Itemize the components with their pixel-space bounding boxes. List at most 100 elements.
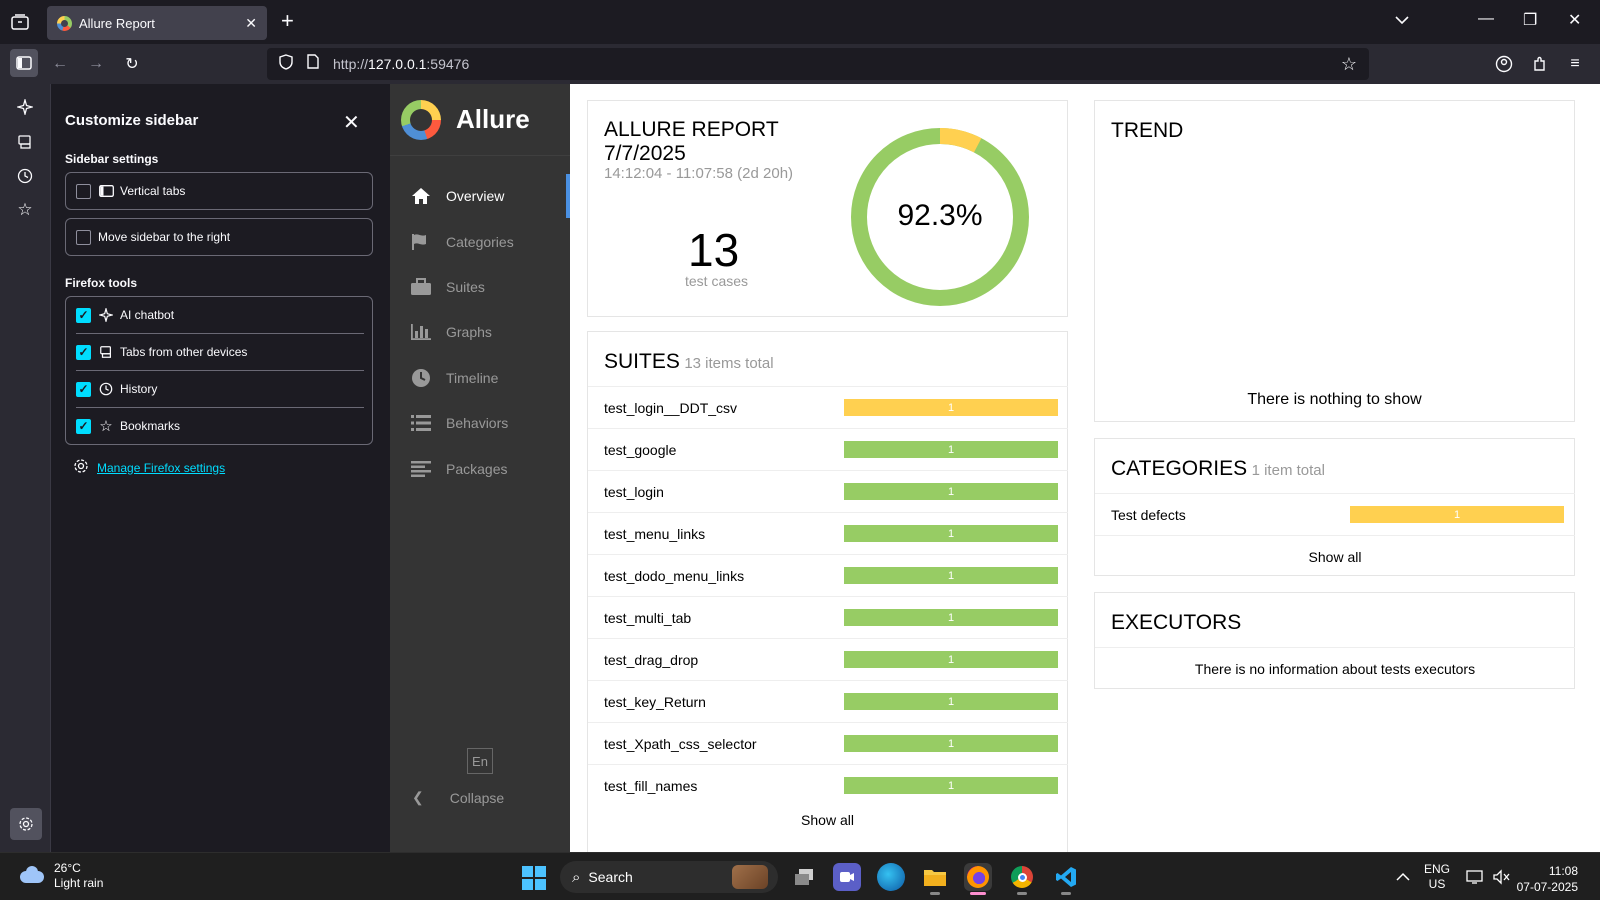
system-clock[interactable]: 11:08 07-07-2025 <box>1517 863 1578 895</box>
restore-icon[interactable]: ❐ <box>1523 10 1537 30</box>
bookmarks-star-icon[interactable]: ☆ <box>14 199 36 221</box>
allure-brand[interactable]: Allure <box>390 84 570 156</box>
sidebar-toggle-icon[interactable] <box>10 49 38 77</box>
tool-option-synced-tabs[interactable]: ✓ Tabs from other devices <box>66 334 372 370</box>
file-explorer-icon[interactable] <box>921 863 949 895</box>
summary-widget: ALLURE REPORT 7/7/2025 14:12:04 - 11:07:… <box>587 100 1068 317</box>
volume-muted-icon[interactable] <box>1492 853 1510 900</box>
teams-meet-icon[interactable] <box>833 863 861 891</box>
vscode-icon[interactable] <box>1052 863 1080 895</box>
suite-status-bar: 1 <box>844 651 1058 668</box>
tool-label: Tabs from other devices <box>120 345 248 359</box>
suite-row[interactable]: test_google 1 <box>588 428 1068 470</box>
close-tab-icon[interactable]: ✕ <box>245 15 257 32</box>
lang-code: ENG <box>1424 862 1451 876</box>
nav-item-behaviors[interactable]: Behaviors <box>390 403 570 443</box>
suites-show-all-link[interactable]: Show all <box>588 812 1067 828</box>
minimize-icon[interactable]: — <box>1478 10 1494 28</box>
collapse-button[interactable]: ❮ Collapse <box>412 789 504 806</box>
tool-option-ai-chatbot[interactable]: ✓ AI chatbot <box>66 297 372 333</box>
tab-overview-icon[interactable] <box>10 12 30 32</box>
ai-chatbot-sparkle-icon[interactable] <box>14 96 36 118</box>
suite-name: test_fill_names <box>604 777 698 794</box>
sidebar-launcher: ☆ <box>0 84 50 852</box>
suite-row[interactable]: test_login 1 <box>588 470 1068 512</box>
suite-row[interactable]: test_key_Return 1 <box>588 680 1068 722</box>
tool-label: AI chatbot <box>120 308 175 322</box>
suite-name: test_Xpath_css_selector <box>604 735 757 752</box>
manage-firefox-settings-link[interactable]: Manage Firefox settings <box>97 461 225 475</box>
edge-browser-icon[interactable] <box>877 863 905 891</box>
weather-widget[interactable]: 26°C Light rain <box>18 861 103 891</box>
history-checkbox[interactable]: ✓ <box>76 381 91 397</box>
suite-status-bar: 1 <box>844 525 1058 542</box>
network-icon[interactable] <box>1466 853 1484 900</box>
bookmark-star-icon[interactable]: ☆ <box>1341 54 1357 75</box>
collapse-label: Collapse <box>449 789 505 806</box>
windows-start-icon[interactable] <box>522 866 546 890</box>
move-sidebar-checkbox[interactable] <box>76 229 91 245</box>
tray-overflow-chevron-icon[interactable] <box>1396 853 1410 900</box>
url-bar[interactable]: http://127.0.0.1:59476 ☆ <box>267 48 1369 80</box>
ai-chatbot-checkbox[interactable]: ✓ <box>76 307 91 323</box>
synced-tabs-icon <box>98 344 114 360</box>
move-sidebar-option[interactable]: Move sidebar to the right <box>66 219 372 255</box>
suite-row[interactable]: test_drag_drop 1 <box>588 638 1068 680</box>
url-text[interactable]: http://127.0.0.1:59476 <box>333 56 469 72</box>
bookmarks-checkbox[interactable]: ✓ <box>76 418 91 434</box>
close-panel-icon[interactable]: ✕ <box>343 110 360 135</box>
suite-status-bar: 1 <box>844 609 1058 626</box>
nav-item-suites[interactable]: Suites <box>390 267 570 307</box>
category-row[interactable]: Test defects 1 <box>1095 493 1575 535</box>
categories-show-all-link[interactable]: Show all <box>1095 549 1575 565</box>
back-icon[interactable]: ← <box>48 52 72 76</box>
windows-taskbar: 26°C Light rain ⌕ Search ENG US 11:08 07… <box>0 852 1600 900</box>
input-language-indicator[interactable]: ENG US <box>1424 853 1450 900</box>
forward-icon[interactable]: → <box>84 52 108 76</box>
vertical-tabs-option[interactable]: Vertical tabs <box>66 173 372 209</box>
list-all-tabs-icon[interactable] <box>1395 12 1409 30</box>
tool-option-history[interactable]: ✓ History <box>66 371 372 407</box>
suite-row[interactable]: test_Xpath_css_selector 1 <box>588 722 1068 764</box>
nav-label: Behaviors <box>446 415 509 431</box>
taskbar-search[interactable]: ⌕ Search <box>560 861 778 893</box>
page-icon[interactable] <box>307 54 319 74</box>
nav-item-packages[interactable]: Packages <box>390 449 570 489</box>
menu-hamburger-icon[interactable]: ≡ <box>1563 52 1587 76</box>
trend-widget: TREND There is nothing to show <box>1094 100 1575 422</box>
home-icon <box>410 185 432 207</box>
clock-time: 11:08 <box>1548 864 1578 878</box>
nav-item-categories[interactable]: Categories <box>390 222 570 262</box>
task-view-icon[interactable] <box>790 863 818 891</box>
panel-title: Customize sidebar <box>65 112 199 129</box>
nav-item-timeline[interactable]: Timeline <box>390 358 570 398</box>
new-tab-icon[interactable]: + <box>281 10 294 32</box>
suite-row[interactable]: test_fill_names 1 <box>588 764 1068 806</box>
nav-label: Packages <box>446 461 508 477</box>
suite-status-bar: 1 <box>844 441 1058 458</box>
category-status-bar: 1 <box>1350 506 1564 523</box>
synced-tabs-checkbox[interactable]: ✓ <box>76 344 91 360</box>
close-window-icon[interactable]: ✕ <box>1568 10 1581 30</box>
account-icon[interactable] <box>1492 52 1516 76</box>
suite-status-bar: 1 <box>844 693 1058 710</box>
shield-icon[interactable] <box>279 53 293 75</box>
suite-row[interactable]: test_menu_links 1 <box>588 512 1068 554</box>
browser-tab[interactable]: Allure Report ✕ <box>47 6 267 40</box>
nav-item-overview[interactable]: Overview <box>390 176 570 216</box>
nav-item-graphs[interactable]: Graphs <box>390 312 570 352</box>
customize-gear-icon[interactable] <box>10 808 42 840</box>
reload-icon[interactable]: ↻ <box>120 52 144 76</box>
synced-tabs-icon[interactable] <box>14 131 36 153</box>
suite-row[interactable]: test_dodo_menu_links 1 <box>588 554 1068 596</box>
language-selector[interactable]: En <box>467 748 493 774</box>
extensions-icon[interactable] <box>1528 52 1552 76</box>
chrome-icon[interactable] <box>1008 863 1036 895</box>
firefox-icon[interactable] <box>964 863 992 895</box>
tool-option-bookmarks[interactable]: ✓ ☆ Bookmarks <box>66 408 372 444</box>
suite-row[interactable]: test_multi_tab 1 <box>588 596 1068 638</box>
allure-logo-icon <box>401 99 441 140</box>
vertical-tabs-checkbox[interactable] <box>76 183 91 199</box>
history-icon[interactable] <box>14 165 36 187</box>
suite-row[interactable]: test_login__DDT_csv 1 <box>588 386 1068 428</box>
